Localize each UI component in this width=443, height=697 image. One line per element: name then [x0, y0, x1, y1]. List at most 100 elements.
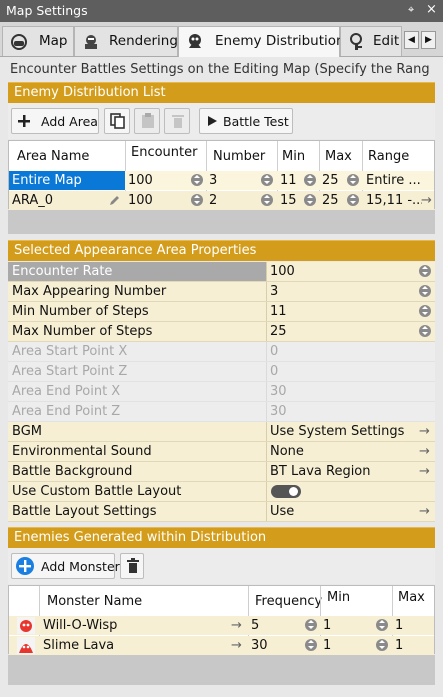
- property-value[interactable]: Use: [270, 504, 294, 519]
- delete-area-button[interactable]: [164, 108, 190, 134]
- tab-map[interactable]: Map: [2, 26, 74, 56]
- delete-monster-button[interactable]: [120, 553, 144, 579]
- spinner-icon[interactable]: [347, 174, 359, 186]
- monster-name-cell[interactable]: Will-O-Wisp: [43, 616, 117, 635]
- spinner-icon[interactable]: [419, 305, 431, 317]
- arrow-right-icon[interactable]: →: [231, 636, 242, 655]
- frequency-cell[interactable]: 5: [251, 616, 259, 635]
- property-row-battle-background[interactable]: Battle Background BT Lava Region →: [8, 462, 435, 482]
- add-monster-button[interactable]: Add Monster: [11, 553, 120, 579]
- column-header-min[interactable]: Min: [282, 149, 305, 164]
- max-cell[interactable]: 1: [395, 636, 403, 655]
- spinner-icon[interactable]: [376, 619, 388, 631]
- arrow-right-icon[interactable]: →: [231, 616, 242, 635]
- frequency-cell[interactable]: 30: [251, 636, 268, 655]
- property-row-encounter-rate[interactable]: Encounter Rate 100: [8, 262, 435, 282]
- spinner-icon[interactable]: [419, 285, 431, 297]
- arrow-right-icon[interactable]: →: [419, 502, 430, 521]
- close-icon[interactable]: ×: [426, 2, 437, 17]
- battle-test-button[interactable]: Battle Test: [199, 108, 293, 134]
- column-header-area-name[interactable]: Area Name: [17, 149, 89, 164]
- arrow-right-icon[interactable]: →: [421, 191, 432, 210]
- spinner-icon[interactable]: [304, 194, 316, 206]
- property-value-field[interactable]: 100: [266, 262, 435, 281]
- property-value-field[interactable]: Use →: [266, 502, 435, 521]
- table-row[interactable]: Will-O-Wisp → 5 1 1: [9, 616, 434, 635]
- property-value[interactable]: BT Lava Region: [270, 464, 371, 479]
- spinner-icon[interactable]: [305, 639, 317, 651]
- table-row[interactable]: ARA_0 100 2 15 25 15,11 -... →: [9, 191, 434, 210]
- pencil-icon[interactable]: [109, 195, 120, 206]
- arrow-right-icon[interactable]: →: [419, 422, 430, 441]
- area-name-cell[interactable]: Entire Map: [9, 171, 125, 190]
- tab-scroll-left-button[interactable]: ◀: [404, 31, 419, 49]
- property-row-battle-layout-settings[interactable]: Battle Layout Settings Use →: [8, 502, 435, 522]
- number-cell[interactable]: 2: [209, 191, 217, 210]
- property-row-max-appearing-number[interactable]: Max Appearing Number 3: [8, 282, 435, 302]
- spinner-icon[interactable]: [376, 639, 388, 651]
- range-cell[interactable]: Entire ...: [366, 171, 432, 190]
- min-cell[interactable]: 11: [280, 171, 297, 190]
- property-value-field[interactable]: [266, 482, 435, 501]
- spinner-icon[interactable]: [419, 265, 431, 277]
- property-value-field[interactable]: 3: [266, 282, 435, 301]
- spinner-icon[interactable]: [261, 194, 273, 206]
- tab-scroll-right-button[interactable]: ▶: [421, 31, 436, 49]
- column-header-max[interactable]: Max: [325, 149, 352, 164]
- property-row-min-steps[interactable]: Min Number of Steps 11: [8, 302, 435, 322]
- column-header-monster-name[interactable]: Monster Name: [47, 594, 142, 609]
- spinner-icon[interactable]: [191, 194, 203, 206]
- spinner-icon[interactable]: [191, 174, 203, 186]
- property-row-max-steps[interactable]: Max Number of Steps 25: [8, 322, 435, 342]
- column-header-number[interactable]: Number: [213, 149, 265, 164]
- column-header-min[interactable]: Min: [327, 590, 350, 605]
- monster-scroll-area[interactable]: [8, 655, 435, 685]
- monster-name-cell[interactable]: Slime Lava: [43, 636, 114, 655]
- tab-enemy-distribution[interactable]: Enemy Distribution: [178, 26, 345, 57]
- property-row-bgm[interactable]: BGM Use System Settings →: [8, 422, 435, 442]
- min-cell[interactable]: 1: [323, 636, 331, 655]
- spinner-icon[interactable]: [305, 619, 317, 631]
- max-cell[interactable]: 25: [322, 191, 339, 210]
- spinner-icon[interactable]: [304, 174, 316, 186]
- tab-rendering[interactable]: Rendering: [74, 26, 178, 56]
- max-cell[interactable]: 25: [322, 171, 339, 190]
- property-value-field[interactable]: 25: [266, 322, 435, 341]
- spinner-icon[interactable]: [347, 194, 359, 206]
- tab-edit[interactable]: Edit: [340, 26, 402, 56]
- property-row-custom-battle-layout[interactable]: Use Custom Battle Layout: [8, 482, 435, 502]
- property-value-field[interactable]: Use System Settings →: [266, 422, 435, 441]
- table-row[interactable]: Slime Lava → 30 1 1: [9, 636, 434, 655]
- property-value[interactable]: 3: [270, 284, 278, 299]
- table-row[interactable]: Entire Map 100 3 11 25 Entire ...: [9, 171, 434, 190]
- pin-icon[interactable]: ⌖: [408, 3, 414, 17]
- min-cell[interactable]: 1: [323, 616, 331, 635]
- distribution-scroll-area[interactable]: [8, 210, 435, 234]
- encounter-cell[interactable]: 100: [128, 191, 153, 210]
- property-value-field[interactable]: 11: [266, 302, 435, 321]
- column-header-max[interactable]: Max: [398, 590, 425, 605]
- property-value[interactable]: 11: [270, 304, 287, 319]
- paste-button[interactable]: [134, 108, 160, 134]
- add-area-button[interactable]: Add Area: [11, 108, 99, 134]
- min-cell[interactable]: 15: [280, 191, 297, 210]
- spinner-icon[interactable]: [261, 174, 273, 186]
- range-cell[interactable]: 15,11 -...: [366, 191, 422, 210]
- property-value[interactable]: 100: [270, 264, 295, 279]
- copy-button[interactable]: [104, 108, 130, 134]
- column-header-frequency[interactable]: Frequency: [255, 594, 322, 609]
- number-cell[interactable]: 3: [209, 171, 217, 190]
- property-value[interactable]: None: [270, 444, 304, 459]
- property-row-environmental-sound[interactable]: Environmental Sound None →: [8, 442, 435, 462]
- toggle-switch[interactable]: [271, 485, 301, 498]
- area-name-cell[interactable]: ARA_0: [12, 191, 122, 210]
- arrow-right-icon[interactable]: →: [419, 442, 430, 461]
- max-cell[interactable]: 1: [395, 616, 403, 635]
- encounter-cell[interactable]: 100: [128, 171, 153, 190]
- column-header-range[interactable]: Range: [368, 149, 409, 164]
- spinner-icon[interactable]: [419, 325, 431, 337]
- property-value[interactable]: 25: [270, 324, 287, 339]
- arrow-right-icon[interactable]: →: [419, 462, 430, 481]
- property-value[interactable]: Use System Settings: [270, 424, 404, 439]
- column-header-encounter[interactable]: Encounter: [131, 145, 197, 160]
